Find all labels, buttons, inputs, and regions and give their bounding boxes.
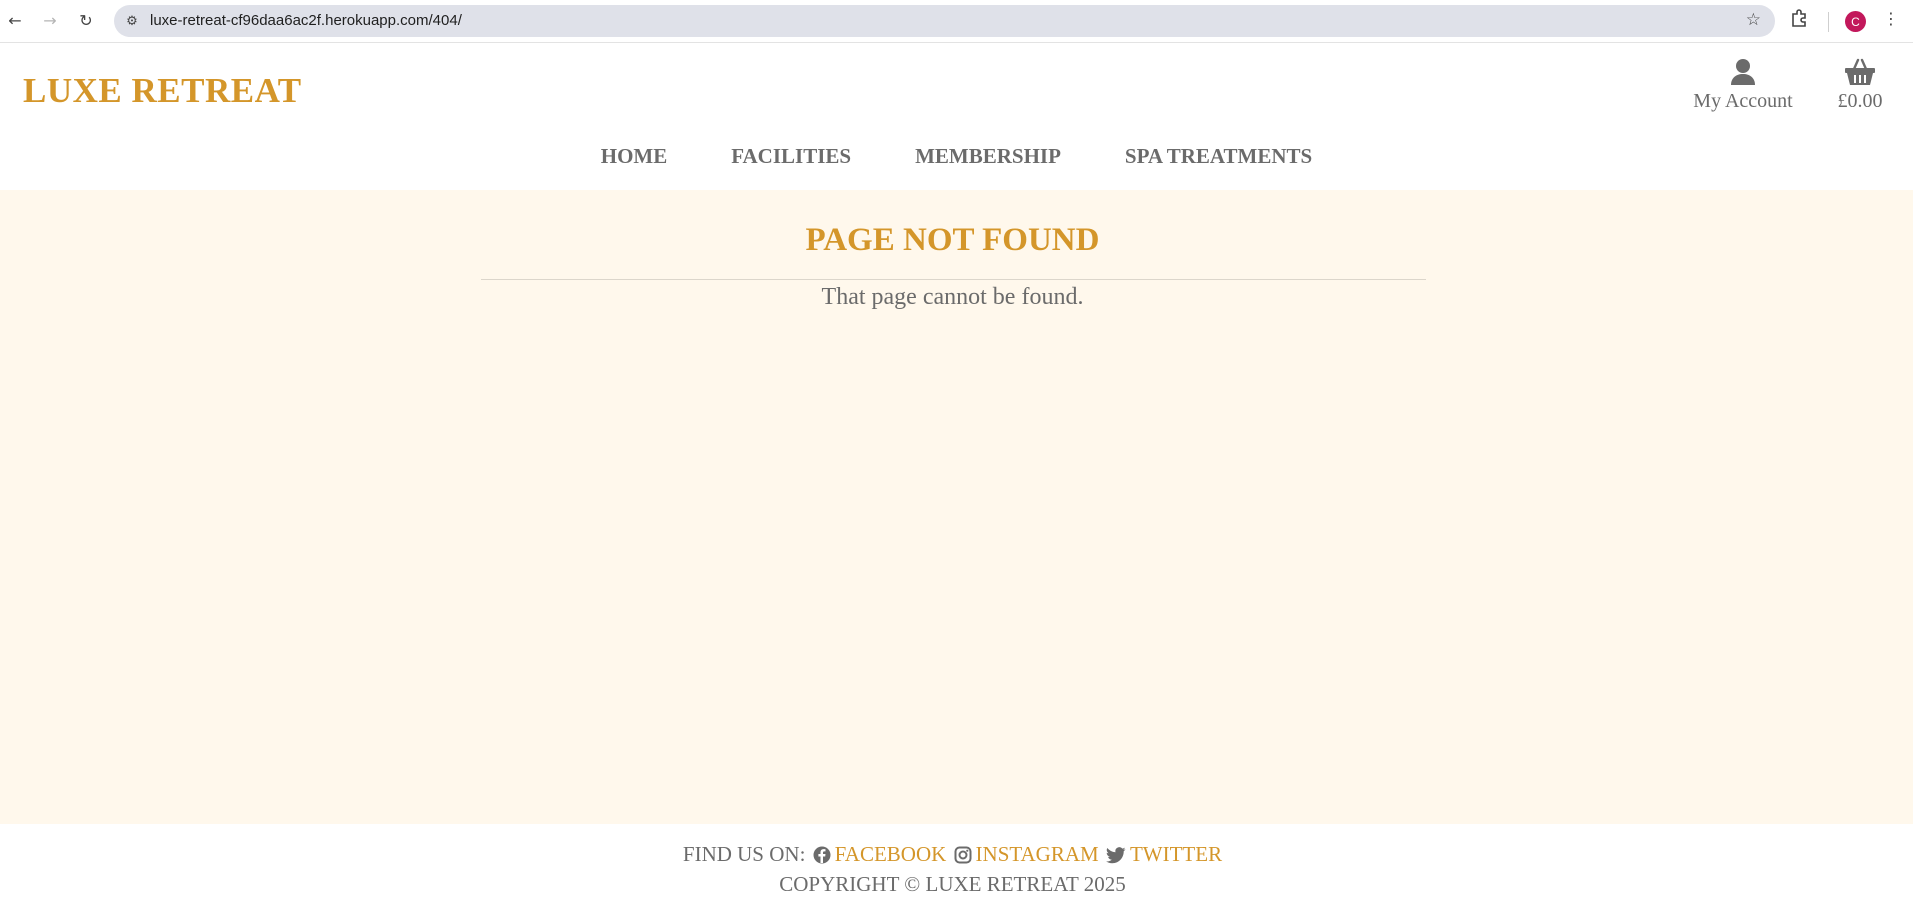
nav-spa-treatments[interactable]: SPA TREATMENTS bbox=[1125, 144, 1312, 169]
site-footer: FIND US ON: FACEBOOK INSTAGRAM TWITTER C… bbox=[0, 824, 1913, 915]
facebook-icon bbox=[813, 845, 831, 870]
nav-facilities[interactable]: FACILITIES bbox=[731, 144, 851, 169]
nav-membership[interactable]: MEMBERSHIP bbox=[915, 144, 1061, 169]
twitter-link[interactable]: TWITTER bbox=[1130, 842, 1222, 866]
url-text[interactable]: luxe-retreat-cf96daa6ac2f.herokuapp.com/… bbox=[150, 12, 462, 29]
address-bar[interactable]: ⚙ luxe-retreat-cf96daa6ac2f.herokuapp.co… bbox=[114, 5, 1775, 37]
menu-icon[interactable]: ⋮ bbox=[1883, 9, 1899, 28]
divider bbox=[481, 279, 1426, 280]
my-account-label: My Account bbox=[1693, 90, 1793, 112]
social-links: FIND US ON: FACEBOOK INSTAGRAM TWITTER bbox=[0, 842, 1905, 870]
site-info-icon[interactable]: ⚙ bbox=[122, 11, 142, 31]
profile-avatar[interactable]: C bbox=[1845, 11, 1866, 32]
forward-icon[interactable]: → bbox=[39, 9, 61, 31]
site-header: LUXE RETREAT My Account £0.00 HOME FACIL… bbox=[0, 44, 1913, 190]
facebook-link[interactable]: FACEBOOK bbox=[835, 842, 947, 866]
back-icon[interactable]: ← bbox=[4, 9, 26, 31]
twitter-icon bbox=[1105, 845, 1126, 870]
instagram-icon bbox=[954, 845, 972, 870]
page-title: PAGE NOT FOUND bbox=[805, 222, 1100, 258]
site-logo[interactable]: LUXE RETREAT bbox=[23, 71, 302, 111]
browser-toolbar: ← → ↻ ⚙ luxe-retreat-cf96daa6ac2f.heroku… bbox=[0, 0, 1913, 43]
toolbar-separator bbox=[1828, 12, 1829, 32]
cart-total: £0.00 bbox=[1837, 90, 1883, 112]
shopping-basket-icon bbox=[1830, 58, 1890, 86]
user-icon bbox=[1692, 58, 1794, 86]
copyright: COPYRIGHT © LUXE RETREAT 2025 bbox=[779, 872, 1126, 896]
my-account-link[interactable]: My Account bbox=[1692, 58, 1794, 113]
extensions-icon[interactable] bbox=[1790, 9, 1808, 31]
star-icon[interactable]: ☆ bbox=[1746, 10, 1761, 30]
find-us-label: FIND US ON: bbox=[682, 842, 806, 866]
main-nav: HOME FACILITIES MEMBERSHIP SPA TREATMENT… bbox=[0, 144, 1913, 169]
main-content: PAGE NOT FOUND That page cannot be found… bbox=[0, 190, 1913, 824]
reload-icon[interactable]: ↻ bbox=[75, 9, 97, 31]
error-message: That page cannot be found. bbox=[821, 284, 1084, 310]
instagram-link[interactable]: INSTAGRAM bbox=[976, 842, 1099, 866]
cart-link[interactable]: £0.00 bbox=[1830, 58, 1890, 113]
nav-home[interactable]: HOME bbox=[601, 144, 668, 169]
